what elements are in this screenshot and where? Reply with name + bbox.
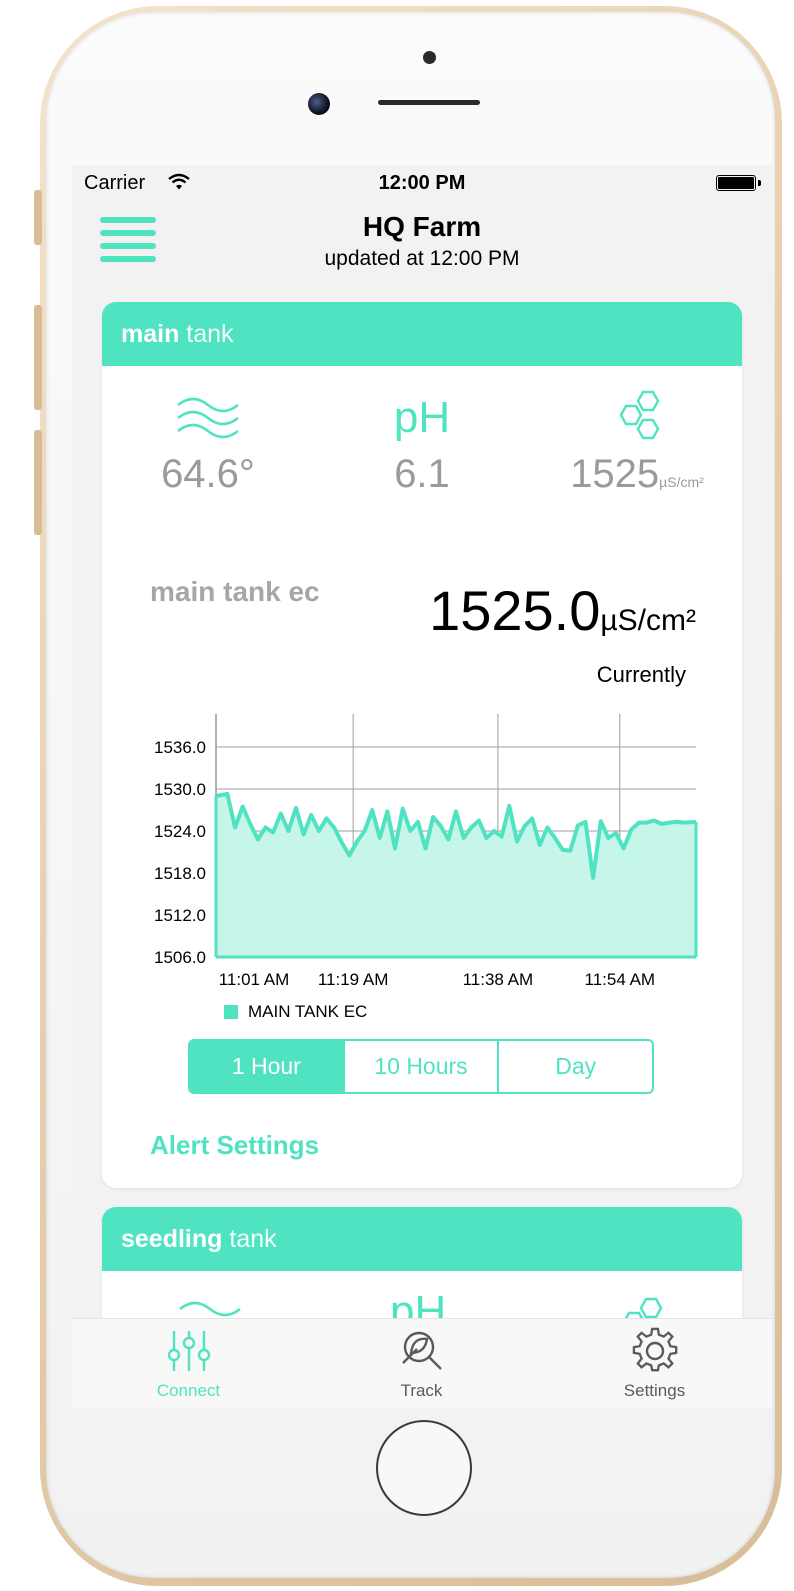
status-bar: Carrier 12:00 PM xyxy=(72,165,772,201)
app-screen: Carrier 12:00 PM HQ Farm updated at 12:0… xyxy=(72,165,772,1408)
proximity-sensor xyxy=(423,51,436,64)
tank-suffix: tank xyxy=(222,1225,277,1253)
status-time: 12:00 PM xyxy=(378,172,466,194)
volume-down-button xyxy=(34,430,42,535)
tab-label: Connect xyxy=(156,1381,221,1400)
gear-icon xyxy=(538,1319,771,1373)
x-tick-label: 11:01 AM xyxy=(219,970,290,989)
y-tick-label: 1518.0 xyxy=(154,864,206,883)
ec-value: 1525µS/cm² xyxy=(570,452,704,496)
ec-unit: µS/cm² xyxy=(659,474,704,490)
time-range-control[interactable]: 1 Hour 10 Hours Day xyxy=(188,1039,654,1094)
mute-switch xyxy=(34,190,42,245)
page-title: HQ Farm xyxy=(362,211,482,242)
ph-label-icon: pH xyxy=(393,393,451,442)
legend-label: MAIN TANK EC xyxy=(248,1002,368,1021)
legend-swatch xyxy=(224,1005,238,1019)
main-tank-card: main tank 64.6° pH 6.1 1525µS/cm² main t… xyxy=(102,302,742,1188)
ec-metric[interactable]: 1525µS/cm² xyxy=(532,386,742,497)
x-tick-label: 11:19 AM xyxy=(318,970,389,989)
earpiece-speaker xyxy=(378,100,480,105)
tank-name: seedling xyxy=(121,1225,223,1253)
ph-value: 6.1 xyxy=(394,452,450,496)
tab-connect[interactable]: Connect xyxy=(72,1319,305,1408)
temperature-metric[interactable]: 64.6° xyxy=(108,386,308,497)
water-waves-icon xyxy=(108,386,308,450)
seedling-tank-header[interactable]: seedling tank xyxy=(102,1207,742,1271)
main-tank-header[interactable]: main tank xyxy=(102,302,742,366)
volume-up-button xyxy=(34,305,42,410)
y-tick-label: 1536.0 xyxy=(154,738,206,757)
tab-settings[interactable]: Settings xyxy=(538,1319,771,1408)
range-day-button[interactable]: Day xyxy=(499,1041,652,1092)
y-tick-label: 1506.0 xyxy=(154,948,206,967)
hexagons-icon xyxy=(532,386,742,450)
water-waves-icon xyxy=(179,1301,241,1317)
x-tick-label: 11:54 AM xyxy=(585,970,656,989)
tab-track[interactable]: Track xyxy=(305,1319,538,1408)
ph-metric[interactable]: pH 6.1 xyxy=(322,386,522,497)
alert-settings-link[interactable]: Alert Settings xyxy=(150,1130,319,1161)
tab-label: Settings xyxy=(623,1381,686,1400)
tank-suffix: tank xyxy=(179,320,234,348)
range-10-hours-button[interactable]: 10 Hours xyxy=(345,1041,500,1092)
front-camera xyxy=(308,93,330,115)
updated-timestamp: updated at 12:00 PM xyxy=(324,247,520,270)
battery-icon xyxy=(716,175,756,191)
battery-nub xyxy=(758,180,761,186)
range-1-hour-button[interactable]: 1 Hour xyxy=(190,1041,345,1092)
ec-current-unit: µS/cm² xyxy=(600,604,696,637)
plant-search-icon xyxy=(305,1319,538,1373)
tab-bar: Connect Track Settings xyxy=(72,1318,772,1408)
ec-current-value: 1525.0µS/cm² xyxy=(429,579,696,642)
currently-label: Currently xyxy=(596,662,686,687)
home-button[interactable] xyxy=(376,1420,472,1516)
x-tick-label: 11:38 AM xyxy=(463,970,534,989)
tab-label: Track xyxy=(400,1381,443,1400)
ec-chart-title: main tank ec xyxy=(150,576,320,607)
temperature-value: 64.6° xyxy=(161,452,255,496)
sliders-icon xyxy=(72,1319,305,1373)
tank-name: main xyxy=(121,320,180,348)
y-tick-label: 1524.0 xyxy=(154,822,206,841)
ec-chart[interactable]: 1536.0 1530.0 1524.0 1518.0 1512.0 1506.0 11:0… xyxy=(102,702,742,1002)
y-tick-label: 1530.0 xyxy=(154,780,206,799)
y-tick-label: 1512.0 xyxy=(154,906,206,925)
chart-legend: MAIN TANK EC xyxy=(224,1002,367,1022)
